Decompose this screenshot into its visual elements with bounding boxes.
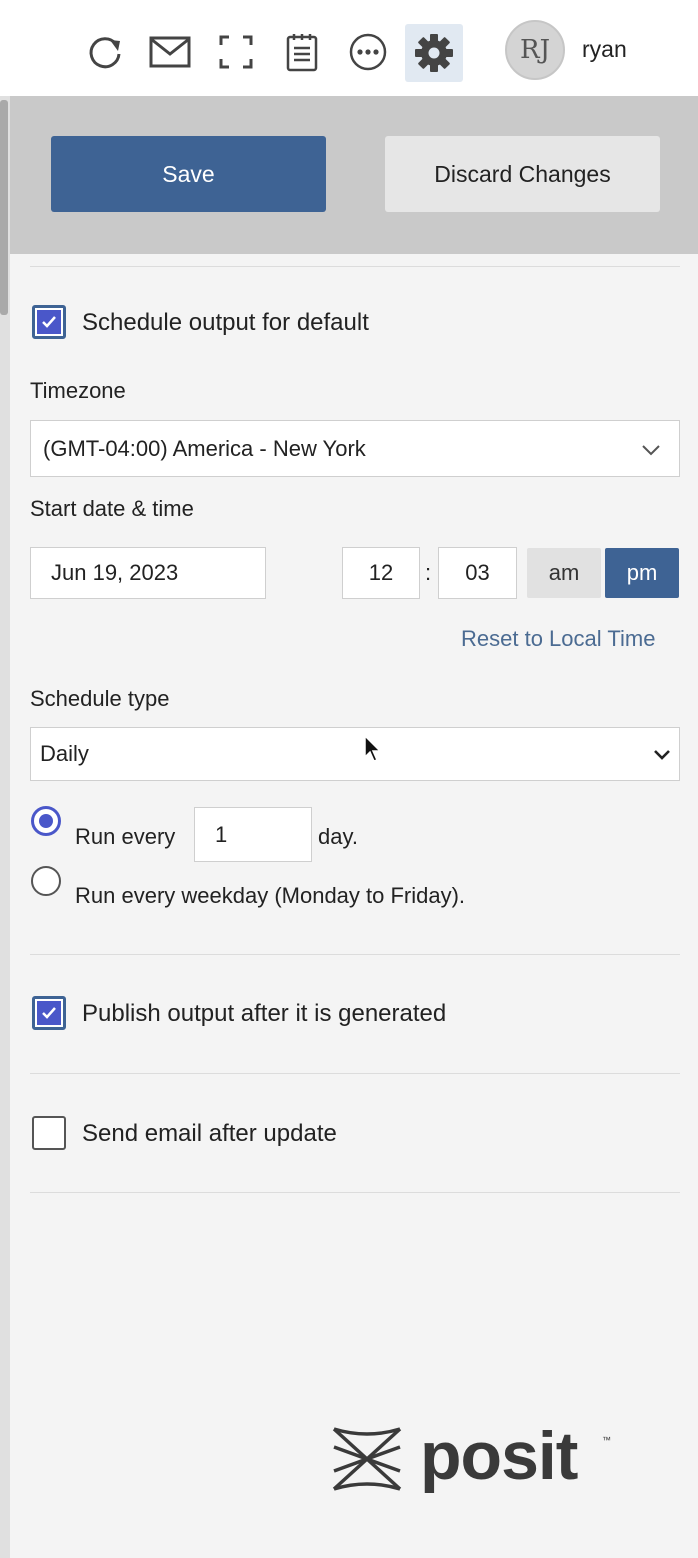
action-bar: Save Discard Changes (10, 96, 698, 254)
run-every-suffix: day. (318, 824, 358, 849)
send-email-label: Send email after update (82, 1120, 337, 1147)
schedule-output-checkbox[interactable] (32, 305, 66, 339)
mail-icon[interactable] (148, 30, 192, 74)
schedule-type-select[interactable]: Daily (30, 727, 680, 781)
timezone-select[interactable]: (GMT-04:00) America - New York (30, 420, 680, 477)
minute-input[interactable]: 03 (438, 547, 517, 599)
save-button[interactable]: Save (51, 136, 326, 212)
schedule-type-label: Schedule type (30, 686, 170, 711)
schedule-output-label: Schedule output for default (82, 309, 369, 336)
avatar[interactable]: RJ (505, 20, 565, 80)
timezone-label: Timezone (30, 378, 126, 403)
timezone-value: (GMT-04:00) America - New York (43, 435, 366, 461)
radio-dot (39, 814, 53, 828)
divider (30, 1192, 680, 1193)
run-every-prefix: Run every (75, 824, 176, 849)
left-edge (0, 96, 10, 1558)
divider (30, 954, 680, 955)
discard-changes-button[interactable]: Discard Changes (385, 136, 660, 212)
run-every-weekday-radio[interactable] (31, 866, 61, 896)
chevron-down-icon (641, 436, 661, 462)
publish-output-label: Publish output after it is generated (82, 1000, 447, 1027)
more-icon[interactable] (346, 30, 390, 74)
username-label[interactable]: ryan (582, 36, 627, 63)
gear-icon[interactable] (405, 24, 463, 82)
run-every-weekday-label: Run every weekday (Monday to Friday). (75, 883, 466, 908)
chevron-down-icon (653, 741, 671, 767)
send-email-checkbox[interactable] (32, 1116, 66, 1150)
fullscreen-icon[interactable] (214, 30, 258, 74)
run-every-radio[interactable] (31, 806, 61, 836)
checkmark-icon (37, 310, 61, 334)
pm-button[interactable]: pm (605, 548, 679, 598)
divider (30, 266, 680, 267)
mouse-cursor-icon (364, 734, 382, 768)
hour-input[interactable]: 12 (342, 547, 420, 599)
run-every-days-input[interactable]: 1 (194, 807, 312, 862)
reset-local-time-link[interactable]: Reset to Local Time (461, 626, 655, 652)
start-date-input[interactable]: Jun 19, 2023 (30, 547, 266, 599)
scrollbar-thumb[interactable] (0, 100, 8, 315)
posit-logo: posit ™ (330, 1418, 630, 1499)
trademark-symbol: ™ (602, 1435, 611, 1445)
refresh-icon[interactable] (83, 30, 127, 74)
divider (30, 1073, 680, 1074)
posit-mark-icon (332, 1427, 402, 1491)
notepad-icon[interactable] (280, 30, 324, 74)
publish-output-checkbox[interactable] (32, 996, 66, 1030)
am-button[interactable]: am (527, 548, 601, 598)
logo-text: posit (420, 1418, 578, 1494)
time-separator: : (425, 560, 432, 585)
schedule-settings-panel: Schedule output for default Timezone (GM… (10, 254, 698, 1558)
start-date-time-label: Start date & time (30, 496, 194, 521)
checkmark-icon (37, 1001, 61, 1025)
schedule-type-value: Daily (40, 741, 89, 766)
top-toolbar: RJ ryan (0, 0, 698, 96)
